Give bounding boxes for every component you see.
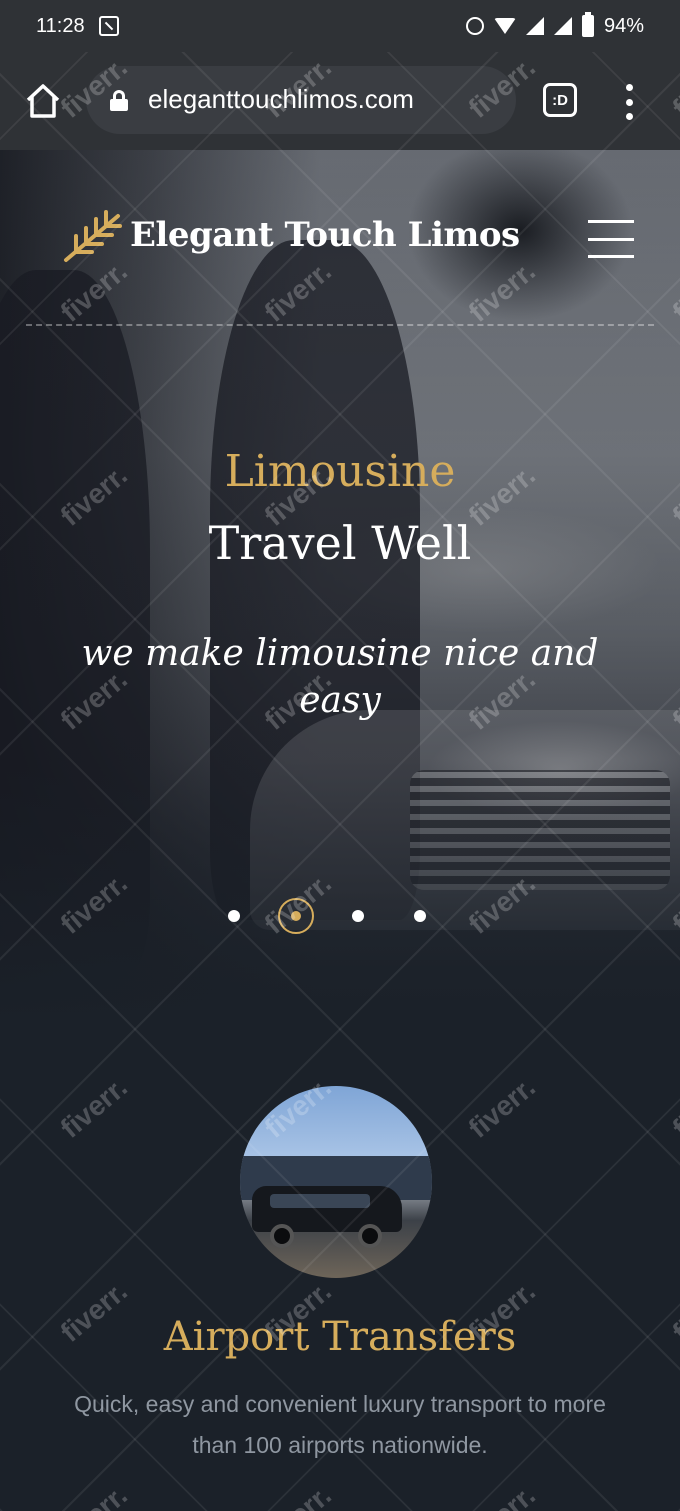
tab-switcher-icon[interactable]: :D: [543, 83, 577, 117]
watermark-text: fiverr.: [54, 1071, 133, 1145]
hero-subtitle: we make limousine nice and easy: [81, 633, 599, 721]
service-description: Quick, easy and convenient luxury transp…: [74, 1391, 606, 1458]
wheat-logo-icon: [64, 210, 122, 262]
browser-toolbar: eleganttouchlimos.com :D: [0, 52, 680, 150]
hero-overlay: [0, 150, 680, 1020]
alarm-icon: [465, 17, 484, 35]
header-divider: [26, 324, 654, 326]
service-title[interactable]: Airport Transfers: [0, 1314, 680, 1360]
signal-icon: [553, 17, 572, 35]
status-bar: 11:28 94%: [0, 0, 680, 52]
watermark-text: fiverr.: [666, 1071, 680, 1145]
airport-transfer-photo: [240, 1086, 432, 1278]
watermark-text: fiverr.: [462, 1071, 541, 1145]
slider-dot[interactable]: [414, 910, 426, 922]
home-icon[interactable]: [24, 82, 62, 120]
status-icons: 94%: [465, 12, 644, 38]
slider-dot[interactable]: [352, 910, 364, 922]
slider-dot-active[interactable]: [278, 898, 314, 934]
screenshot-icon: [98, 16, 119, 36]
address-bar[interactable]: eleganttouchlimos.com: [86, 66, 516, 134]
lock-icon[interactable]: [110, 90, 128, 111]
brand-name: Elegant Touch Limos: [130, 215, 520, 255]
watermark-text: fiverr.: [259, 1479, 338, 1511]
watermark-text: fiverr.: [55, 1479, 134, 1511]
status-time: 11:28: [36, 14, 85, 37]
url-text[interactable]: eleganttouchlimos.com: [148, 84, 414, 115]
site-logo[interactable]: Elegant Touch Limos: [62, 206, 520, 264]
hero-kicker: Limousine: [224, 446, 456, 497]
hero-slider: Elegant Touch Limos Limousine Travel Wel…: [0, 150, 680, 1020]
watermark-text: fiverr.: [667, 1479, 680, 1511]
more-options-icon[interactable]: [624, 84, 634, 120]
wifi-icon: [493, 18, 516, 34]
hamburger-menu-icon[interactable]: [588, 220, 634, 258]
signal-icon: [525, 17, 544, 35]
battery-icon: [581, 12, 594, 37]
hero-title: Travel Well: [208, 516, 472, 570]
watermark-text: fiverr.: [463, 1479, 542, 1511]
slider-dot[interactable]: [228, 910, 240, 922]
slider-pagination: [0, 898, 680, 934]
battery-percent: 94%: [603, 14, 644, 37]
